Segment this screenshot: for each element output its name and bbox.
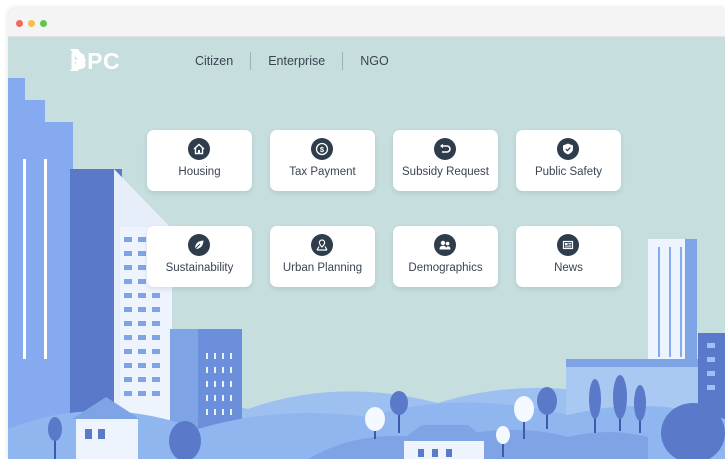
house-icon	[188, 138, 210, 160]
service-label: Demographics	[408, 262, 483, 274]
service-card-demographics[interactable]: Demographics	[393, 226, 498, 287]
service-card-subsidy-request[interactable]: Subsidy Request	[393, 130, 498, 191]
bpc-logo[interactable]: BPC	[70, 48, 120, 74]
service-label: Urban Planning	[282, 262, 363, 274]
service-card-housing[interactable]: Housing	[147, 130, 252, 191]
minimize-window-button[interactable]	[28, 20, 35, 27]
service-label: Subsidy Request	[402, 166, 489, 178]
browser-window: BPC Citizen Enterprise NGO Housing $ Tax…	[8, 8, 725, 459]
service-card-urban-planning[interactable]: Urban Planning	[270, 226, 375, 287]
leaf-icon	[188, 234, 210, 256]
newspaper-icon	[557, 234, 579, 256]
nav-citizen[interactable]: Citizen	[178, 54, 250, 68]
svg-text:$: $	[320, 145, 325, 154]
close-window-button[interactable]	[16, 20, 23, 27]
shield-icon	[557, 138, 579, 160]
chevron-right-icon	[70, 49, 86, 71]
nav-enterprise[interactable]: Enterprise	[251, 54, 342, 68]
service-card-sustainability[interactable]: Sustainability	[147, 226, 252, 287]
dollar-coin-icon: $	[311, 138, 333, 160]
return-arrow-icon	[434, 138, 456, 160]
top-nav: Citizen Enterprise NGO	[178, 51, 406, 71]
map-pin-icon	[311, 234, 333, 256]
service-label: Sustainability	[165, 262, 234, 274]
service-label: Housing	[178, 166, 221, 178]
service-label: Public Safety	[534, 166, 603, 178]
service-card-public-safety[interactable]: Public Safety	[516, 130, 621, 191]
service-label: News	[554, 262, 583, 274]
service-card-tax-payment[interactable]: $ Tax Payment	[270, 130, 375, 191]
service-card-news[interactable]: News	[516, 226, 621, 287]
nav-ngo[interactable]: NGO	[343, 54, 405, 68]
window-titlebar	[8, 8, 725, 37]
city-scene: BPC Citizen Enterprise NGO Housing $ Tax…	[8, 37, 725, 459]
maximize-window-button[interactable]	[40, 20, 47, 27]
service-label: Tax Payment	[289, 166, 356, 178]
people-icon	[434, 234, 456, 256]
